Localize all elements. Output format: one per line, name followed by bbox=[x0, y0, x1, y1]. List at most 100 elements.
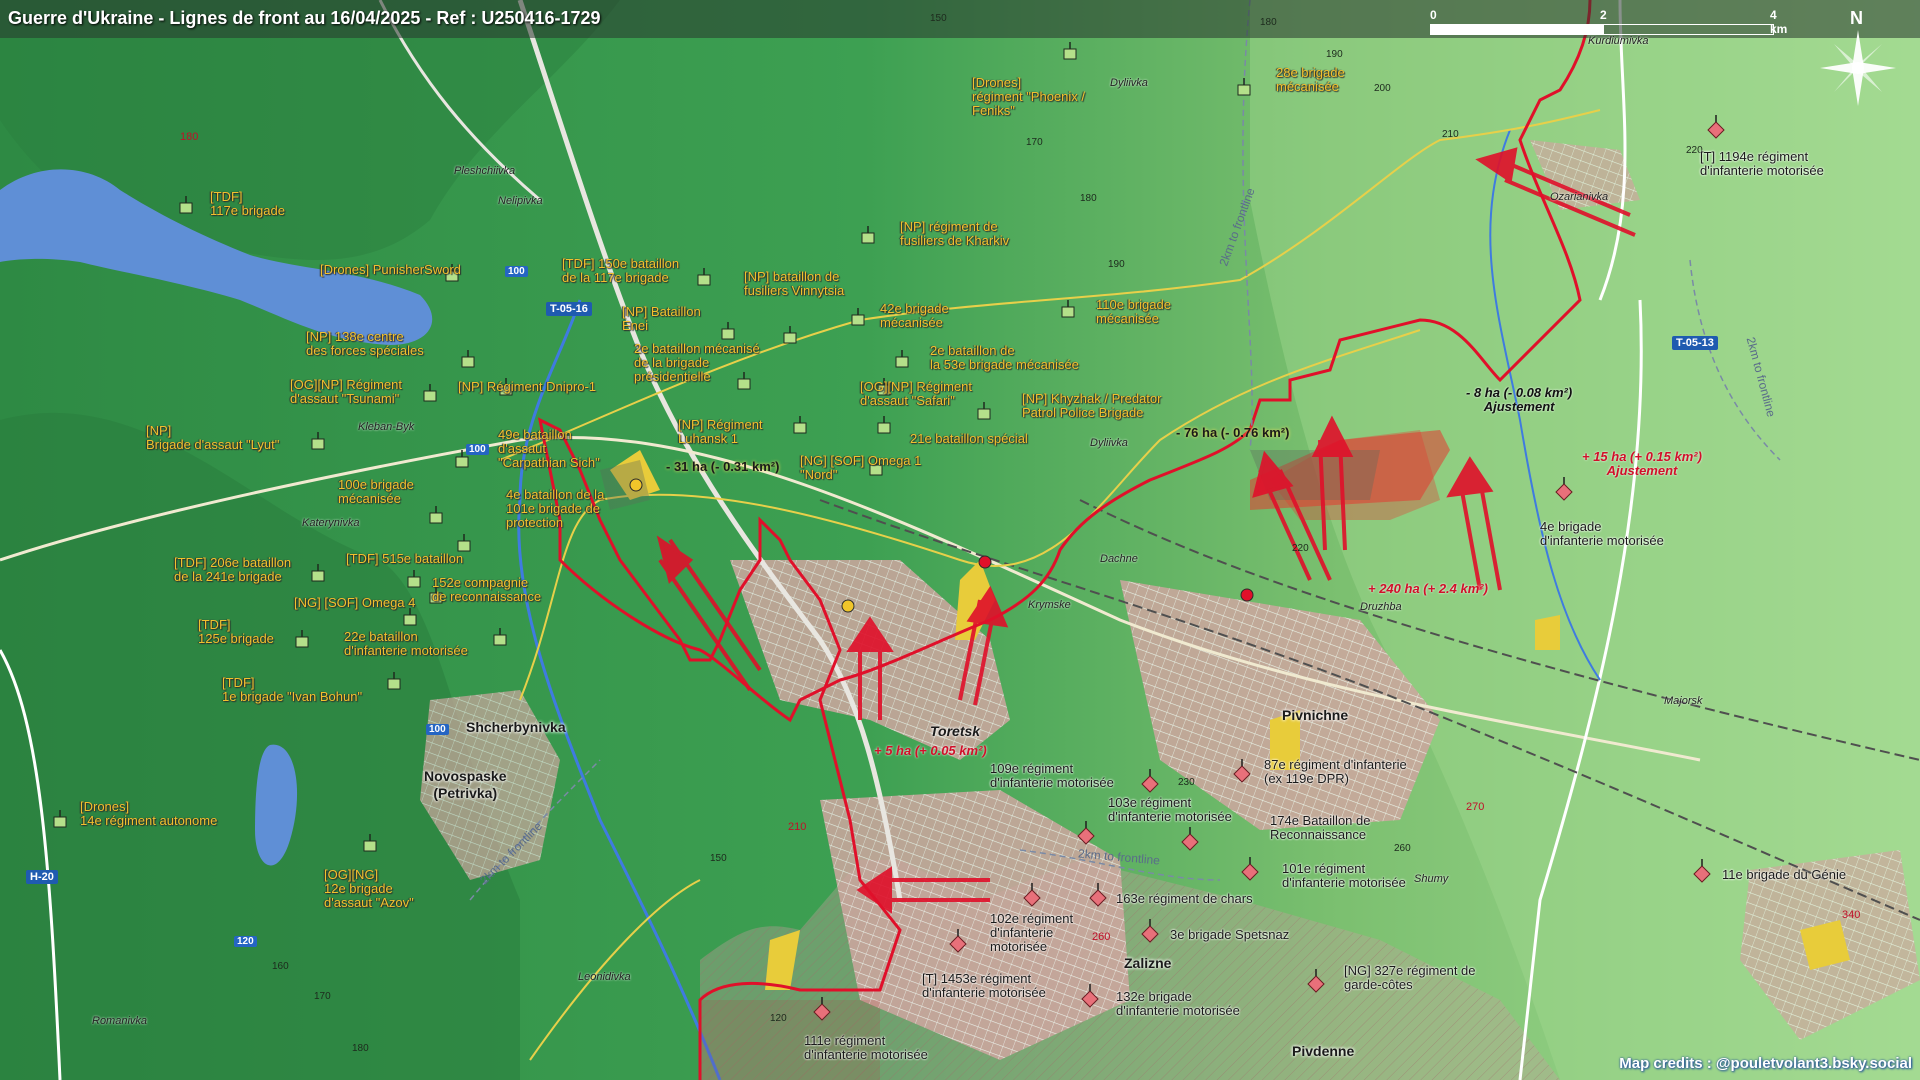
ru-unit-label: 111e régiment d'infanterie motorisée bbox=[804, 1033, 928, 1062]
ua-unit-label: 152e compagnie de reconnaissance bbox=[432, 575, 542, 604]
ru-unit-label: 109e régiment d'infanterie motorisée bbox=[990, 761, 1114, 790]
ua-unit-marker[interactable] bbox=[851, 308, 865, 326]
ua-unit-marker[interactable] bbox=[53, 810, 67, 828]
ua-unit-marker[interactable] bbox=[403, 608, 417, 626]
village-shumy: Shumy bbox=[1414, 873, 1449, 885]
ru-unit-marker[interactable] bbox=[1141, 919, 1159, 943]
village-dyliivka-top: Dyliivka bbox=[1110, 77, 1148, 89]
ua-unit-marker[interactable] bbox=[697, 268, 711, 286]
ua-unit-marker[interactable] bbox=[461, 350, 475, 368]
village-katerynivka: Katerynivka bbox=[302, 517, 360, 529]
ua-unit-marker[interactable] bbox=[895, 350, 909, 368]
ru-unit-marker[interactable] bbox=[1241, 857, 1259, 881]
town-pivdenne: Pivdenne bbox=[1292, 1043, 1355, 1059]
road-120: 120 bbox=[234, 936, 257, 947]
ua-unit-label: 49e bataillon d'assaut "Carpathian Sich" bbox=[498, 427, 600, 470]
elevation-label: 160 bbox=[272, 961, 289, 972]
elevation-label: 180 bbox=[1080, 193, 1097, 204]
change-minus8: - 8 ha (- 0.08 km²) Ajustement bbox=[1466, 385, 1573, 414]
map-credits: Map credits : @pouletvolant3.bsky.social bbox=[1619, 1055, 1912, 1072]
ru-unit-marker[interactable] bbox=[1023, 883, 1041, 907]
ua-unit-label: [TDF] 1e brigade "Ivan Bohun" bbox=[222, 675, 363, 704]
ru-unit-label: 174e Bataillon de Reconnaissance bbox=[1270, 813, 1371, 842]
ru-unit-marker[interactable] bbox=[1181, 827, 1199, 851]
ru-unit-marker[interactable] bbox=[1693, 859, 1711, 883]
ru-unit-label: 87e régiment d'infanterie (ex 119e DPR) bbox=[1264, 757, 1407, 786]
scale-bar: 0 2 4 km bbox=[1430, 8, 1787, 36]
ua-unit-label: 28e brigade mécanisée bbox=[1276, 65, 1345, 94]
ru-unit-marker[interactable] bbox=[813, 997, 831, 1021]
ua-unit-label: [Drones] 14e régiment autonome bbox=[80, 799, 218, 828]
scale-segment-1 bbox=[1430, 24, 1604, 35]
ua-unit-label: [TDF] 117e brigade bbox=[210, 189, 285, 218]
ua-unit-marker[interactable] bbox=[1237, 78, 1251, 96]
ru-unit-marker[interactable] bbox=[949, 929, 967, 953]
elevation-label: 260 bbox=[1394, 843, 1411, 854]
ua-unit-label: [NP] Régiment Luhansk 1 bbox=[678, 417, 763, 446]
village-dachne: Dachne bbox=[1100, 553, 1138, 565]
map-viewport[interactable]: Guerre d'Ukraine - Lignes de front au 16… bbox=[0, 0, 1920, 1080]
elevation-label-red: 260 bbox=[1092, 931, 1111, 943]
ru-unit-marker[interactable] bbox=[1089, 883, 1107, 907]
ua-unit-marker[interactable] bbox=[1063, 42, 1077, 60]
town-shcherbynivka: Shcherbynivka bbox=[466, 719, 566, 735]
ua-unit-marker[interactable] bbox=[311, 564, 325, 582]
ua-unit-label: [OG][NG] 12e brigade d'assaut "Azov" bbox=[324, 867, 414, 910]
ua-unit-label: [Drones] PunisherSword bbox=[320, 262, 461, 277]
ua-unit-marker[interactable] bbox=[783, 326, 797, 344]
ua-unit-marker[interactable] bbox=[429, 506, 443, 524]
change-plus240: + 240 ha (+ 2.4 km²) bbox=[1368, 581, 1488, 596]
ru-unit-marker[interactable] bbox=[1233, 759, 1251, 783]
ua-unit-marker[interactable] bbox=[407, 570, 421, 588]
ua-unit-marker[interactable] bbox=[295, 630, 309, 648]
ua-unit-marker[interactable] bbox=[387, 672, 401, 690]
village-leonidivka: Leonidivka bbox=[578, 971, 631, 983]
ru-unit-marker[interactable] bbox=[1141, 769, 1159, 793]
ua-unit-label: [NP] Bataillon Enei bbox=[622, 304, 701, 333]
ru-unit-marker[interactable] bbox=[1707, 115, 1725, 139]
ua-unit-label: 21e bataillon spécial bbox=[910, 431, 1028, 446]
ua-unit-label: [OG][NP] Régiment d'assaut "Safari" bbox=[860, 379, 972, 408]
town-zalizne: Zalizne bbox=[1124, 955, 1172, 971]
ua-unit-label: [Drones] régiment "Phoenix / Feniks" bbox=[972, 75, 1086, 118]
ua-unit-label: [TDF] 150e bataillon de la 117e brigade bbox=[562, 256, 680, 285]
ru-unit-marker[interactable] bbox=[1307, 969, 1325, 993]
elevation-label-red: 340 bbox=[1842, 909, 1861, 921]
ru-unit-marker[interactable] bbox=[1077, 821, 1095, 845]
ua-unit-marker[interactable] bbox=[877, 416, 891, 434]
north-label: N bbox=[1850, 8, 1863, 28]
village-majorsk: Majorsk bbox=[1664, 695, 1703, 707]
elevation-label: 170 bbox=[1026, 137, 1043, 148]
ru-unit-marker[interactable] bbox=[1555, 477, 1573, 501]
change-plus5: + 5 ha (+ 0.05 km²) bbox=[874, 743, 987, 758]
ru-unit-label: 102e régiment d'infanterie motorisée bbox=[990, 911, 1074, 954]
elevation-label-red: 180 bbox=[180, 131, 199, 143]
ru-unit-label: 3e brigade Spetsnaz bbox=[1170, 927, 1290, 942]
ru-unit-label: [T] 1453e régiment d'infanterie motorisé… bbox=[922, 971, 1046, 1000]
ua-unit-marker[interactable] bbox=[363, 834, 377, 852]
ua-unit-marker[interactable] bbox=[1061, 300, 1075, 318]
ua-unit-marker[interactable] bbox=[493, 628, 507, 646]
village-kurdiumivka: Kurdiumivka bbox=[1588, 35, 1649, 47]
ru-unit-label: 163e régiment de chars bbox=[1116, 891, 1253, 906]
north-arrow: N bbox=[1800, 6, 1920, 126]
ru-unit-label: 132e brigade d'infanterie motorisée bbox=[1116, 989, 1240, 1018]
ru-unit-label: [NG] 327e régiment de garde-côtes bbox=[1344, 963, 1476, 992]
elevation-label-red: 270 bbox=[1466, 801, 1485, 813]
ua-unit-marker[interactable] bbox=[423, 384, 437, 402]
ua-unit-label: 22e bataillon d'infanterie motorisée bbox=[344, 629, 468, 658]
map-title: Guerre d'Ukraine - Lignes de front au 16… bbox=[8, 8, 601, 28]
ua-unit-marker[interactable] bbox=[721, 322, 735, 340]
ua-unit-marker[interactable] bbox=[793, 416, 807, 434]
ua-unit-marker[interactable] bbox=[457, 534, 471, 552]
ua-unit-marker[interactable] bbox=[179, 196, 193, 214]
ua-unit-label: 110e brigade mécanisée bbox=[1096, 297, 1171, 326]
ru-unit-label: 4e brigade d'infanterie motorisée bbox=[1540, 519, 1664, 548]
ru-unit-marker[interactable] bbox=[1081, 984, 1099, 1008]
ua-unit-marker[interactable] bbox=[977, 402, 991, 420]
ua-unit-label: 2e bataillon de la 53e brigade mécanisée bbox=[930, 343, 1079, 372]
ua-unit-marker[interactable] bbox=[311, 432, 325, 450]
ua-unit-label: [NP] régiment de fusiliers de Kharkiv bbox=[900, 219, 1010, 248]
elevation-label: 150 bbox=[930, 13, 947, 24]
ua-unit-marker[interactable] bbox=[861, 226, 875, 244]
